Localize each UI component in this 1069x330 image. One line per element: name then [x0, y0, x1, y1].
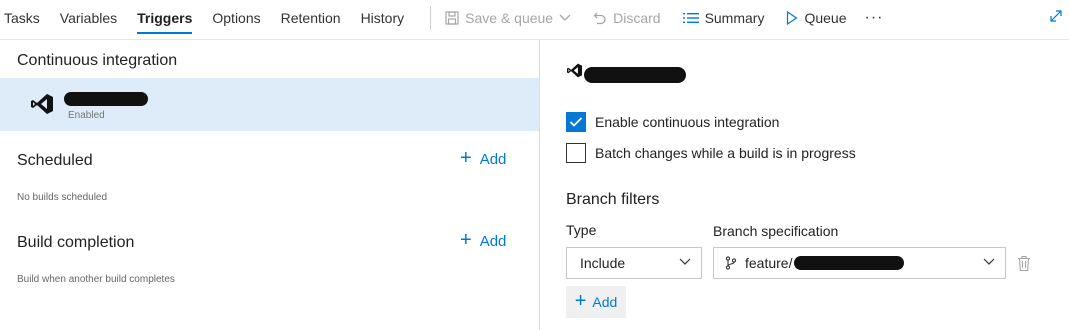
list-icon: [682, 13, 699, 23]
plus-icon: +: [460, 147, 472, 169]
add-build-completion-label: Add: [479, 232, 507, 250]
play-icon: [787, 11, 799, 25]
add-branch-filter-label: Add: [592, 294, 618, 310]
batch-changes-label: Batch changes while a build is in progre…: [595, 145, 856, 161]
add-branch-filter-button[interactable]: + Add: [566, 286, 626, 318]
branch-spec-select[interactable]: feature/: [713, 247, 1006, 279]
checkbox-checked[interactable]: [566, 112, 586, 132]
batch-changes-checkbox[interactable]: Batch changes while a build is in progre…: [566, 143, 856, 163]
toolbar: Tasks Variables Triggers Options Retenti…: [0, 0, 1069, 36]
ci-trigger-item[interactable]: Enabled: [0, 78, 539, 131]
trash-icon[interactable]: [1017, 255, 1031, 272]
toolbar-divider: [430, 6, 432, 30]
undo-icon: [593, 12, 606, 25]
visual-studio-icon: [567, 63, 582, 78]
scheduled-note: No builds scheduled: [17, 192, 108, 203]
checkbox-unchecked[interactable]: [566, 143, 586, 163]
build-completion-section-title: Build completion: [17, 234, 135, 251]
build-completion-note: Build when another build completes: [17, 274, 175, 285]
type-label: Type: [566, 222, 597, 238]
toolbar-bottom-divider: [0, 39, 1069, 40]
queue-button[interactable]: Queue: [786, 10, 847, 26]
enable-ci-checkbox[interactable]: Enable continuous integration: [566, 112, 779, 132]
branch-spec-prefix: feature/: [745, 255, 793, 271]
visual-studio-icon: [31, 94, 53, 114]
branch-icon: [725, 256, 737, 270]
ci-section-title: Continuous integration: [17, 52, 178, 69]
ci-repo-name-redacted: [64, 90, 148, 107]
branch-spec-label: Branch specification: [713, 223, 839, 239]
checkmark-icon: [569, 117, 583, 127]
ci-trigger-status: Enabled: [68, 110, 105, 121]
chevron-down-icon: [679, 258, 691, 265]
chevron-down-icon: [983, 258, 995, 265]
plus-icon: +: [574, 290, 587, 312]
tab-tasks[interactable]: Tasks: [4, 1, 40, 35]
more-actions-button[interactable]: ···: [865, 9, 884, 27]
expand-icon[interactable]: [1049, 9, 1063, 23]
chevron-down-icon: [559, 14, 571, 21]
scheduled-section-title: Scheduled: [17, 152, 93, 169]
tab-retention[interactable]: Retention: [281, 1, 341, 35]
discard-button[interactable]: Discard: [593, 10, 661, 26]
tab-triggers[interactable]: Triggers: [137, 1, 193, 35]
queue-label: Queue: [804, 10, 847, 26]
summary-button[interactable]: Summary: [682, 10, 765, 26]
tab-options[interactable]: Options: [212, 1, 260, 35]
add-schedule-button[interactable]: + Add: [460, 147, 507, 169]
branch-name-redacted: [794, 256, 905, 270]
add-schedule-label: Add: [479, 150, 507, 168]
add-build-completion-button[interactable]: + Add: [460, 229, 507, 251]
type-select[interactable]: Include: [566, 247, 702, 279]
enable-ci-label: Enable continuous integration: [595, 114, 780, 130]
plus-icon: +: [460, 229, 472, 251]
discard-label: Discard: [613, 10, 661, 26]
type-select-value: Include: [580, 255, 626, 271]
repo-name-redacted: [584, 66, 686, 84]
save-icon: [445, 11, 459, 25]
branch-filters-title: Branch filters: [566, 191, 660, 208]
panel-divider: [539, 40, 540, 330]
save-queue-button[interactable]: Save & queue: [445, 10, 571, 26]
tab-variables[interactable]: Variables: [60, 1, 117, 35]
save-queue-label: Save & queue: [465, 10, 554, 26]
summary-label: Summary: [704, 10, 765, 26]
tab-history[interactable]: History: [361, 1, 405, 35]
